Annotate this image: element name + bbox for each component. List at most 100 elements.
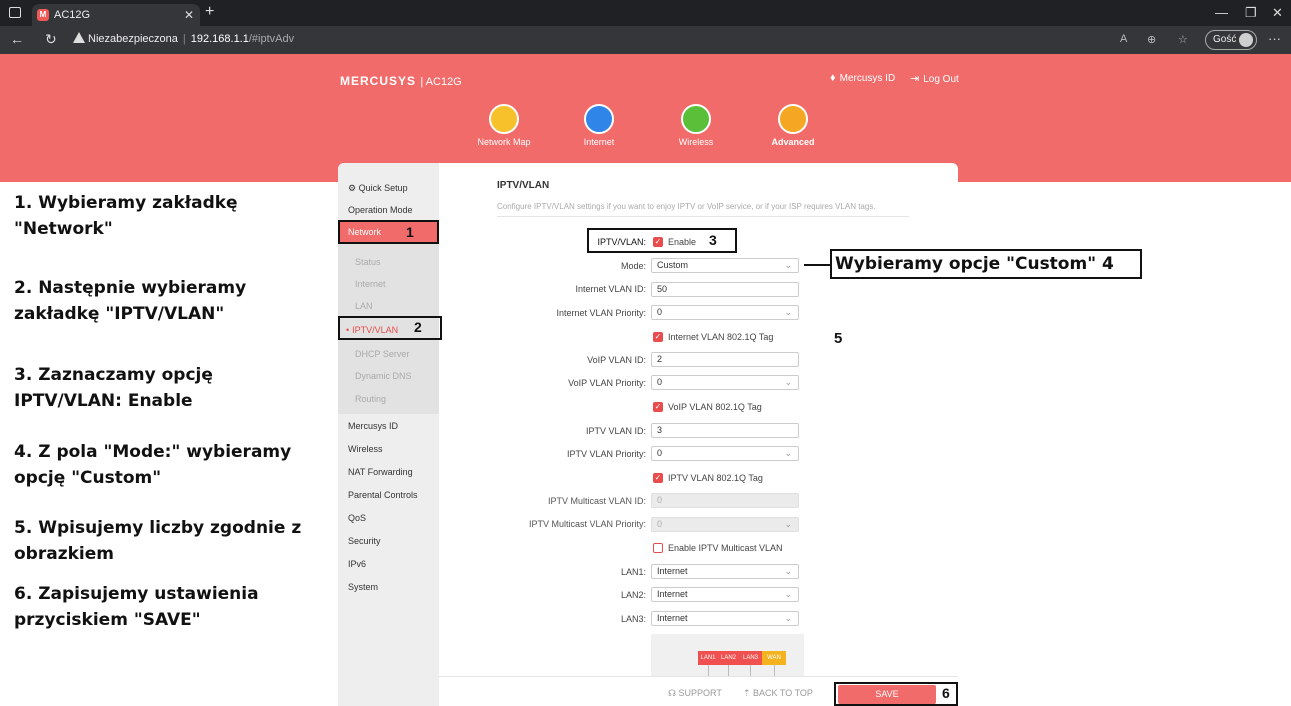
internet-vlan-id-field[interactable]: 50 [651,282,799,297]
more-menu-icon[interactable]: ··· [1268,31,1281,46]
instruction-step-4: 4. Z pola "Mode:" wybieramy opcję "Custo… [14,442,292,488]
annotation-number-3: 3 [709,232,717,248]
annotation-box-save: 6 [834,682,958,706]
iptv-vlan-priority-select[interactable]: 0 ⌄ [651,446,799,461]
sidebar-item-ipv6[interactable]: IPv6 [348,559,366,569]
chevron-down-icon: ⌄ [784,589,792,599]
sidebar-item-operation-mode[interactable]: Operation Mode [348,205,413,215]
sidebar-item-lan[interactable]: LAN [355,301,373,311]
lan2-label: LAN2: [620,590,646,600]
iptv-tag-checkbox[interactable]: ✓ [653,473,663,483]
internet-vlan-id-label: Internet VLAN ID: [575,284,646,294]
url-field[interactable]: Niezabezpieczona | 192.168.1.1/#iptvAdv [88,33,294,45]
nav-wireless[interactable]: Wireless [656,104,736,147]
sidebar-item-dhcp-server[interactable]: DHCP Server [355,349,409,359]
multicast-vlan-priority-select[interactable]: 0 ⌄ [651,517,799,532]
new-tab-icon[interactable]: + [205,3,214,21]
port-wan: WAN [762,651,786,665]
sidebar-item-internet[interactable]: Internet [355,279,386,289]
advanced-icon [778,104,808,134]
chevron-down-icon: ⌄ [784,260,792,270]
arrow-up-icon: ⇡ [743,688,754,698]
quick-setup-icon: ⚙ [348,183,359,193]
sidebar-item-nat-forwarding[interactable]: NAT Forwarding [348,467,413,477]
chevron-down-icon: ⌄ [784,307,792,317]
profile-label: Gość [1213,34,1237,45]
sidebar-item-system[interactable]: System [348,582,378,592]
support-link[interactable]: ☊ SUPPORT [668,688,722,699]
sidebar-item-status[interactable]: Status [355,257,381,267]
mode-select[interactable]: Custom ⌄ [651,258,799,273]
lan3-select[interactable]: Internet ⌄ [651,611,799,626]
favorites-icon[interactable]: ☆ [1178,33,1188,46]
iptv-vlan-id-field[interactable]: 3 [651,423,799,438]
sidebar-item-qos[interactable]: QoS [348,513,366,523]
port-lan2: LAN2 [718,651,739,665]
port-lan3: LAN3 [739,651,762,665]
profile-button[interactable]: Gość [1205,30,1257,50]
security-label: Niezabezpieczona [88,33,178,45]
back-icon[interactable]: ← [10,31,24,47]
sidebar-item-quick-setup[interactable]: ⚙ Quick Setup [348,183,408,194]
sidebar-item-routing[interactable]: Routing [355,394,386,404]
url-host: 192.168.1.1 [190,33,249,45]
lan2-select[interactable]: Internet ⌄ [651,587,799,602]
internet-vlan-priority-select[interactable]: 0 ⌄ [651,305,799,320]
iptv-tag-label: IPTV VLAN 802.1Q Tag [668,473,763,483]
instruction-step-3: 3. Zaznaczamy opcję IPTV/VLAN: Enable [14,365,213,411]
internet-tag-checkbox[interactable]: ✓ [653,332,663,342]
warning-icon [73,32,85,43]
annotation-number-5: 5 [834,330,843,347]
logout-link[interactable]: ⇥ Log Out [910,72,959,85]
multicast-vlan-id-field[interactable]: 0 [651,493,799,508]
internet-tag-label: Internet VLAN 802.1Q Tag [668,332,774,342]
nav-advanced[interactable]: Advanced [753,104,833,147]
address-bar: ← ↻ Niezabezpieczona | 192.168.1.1/#iptvAd… [0,26,1291,54]
voip-tag-checkbox[interactable]: ✓ [653,402,663,412]
model-name: | AC12G [420,76,462,88]
close-window-icon[interactable]: ✕ [1272,5,1283,21]
minimize-icon[interactable]: — [1215,5,1228,20]
mode-label: Mode: [620,261,646,271]
tab-actions-icon[interactable] [9,7,21,18]
chevron-down-icon: ⌄ [784,566,792,576]
sidebar-item-mercusys-id[interactable]: Mercusys ID [348,421,398,431]
chevron-down-icon: ⌄ [784,519,792,529]
close-tab-icon[interactable]: ✕ [184,4,194,26]
reload-icon[interactable]: ↻ [45,31,57,48]
instruction-step-5: 5. Wpisujemy liczby zgodnie z obrazkiem [14,518,302,564]
brand-name: MERCUSYS [340,74,417,88]
zoom-icon[interactable]: ⊕ [1147,33,1156,46]
sidebar-item-wireless[interactable]: Wireless [348,444,383,454]
browser-tab[interactable]: M AC12G ✕ [32,4,200,26]
voip-vlan-priority-label: VoIP VLAN Priority: [568,378,646,388]
annotation-box-iptv: 2 [338,316,442,340]
restore-icon[interactable]: ❐ [1245,5,1257,21]
voip-vlan-id-field[interactable]: 2 [651,352,799,367]
read-aloud-icon[interactable]: A [1120,33,1127,45]
instruction-step-6: 6. Zapisujemy ustawienia przyciskiem "SA… [14,584,259,630]
network-map-icon [489,104,519,134]
page-description: Configure IPTV/VLAN settings if you want… [497,202,876,211]
voip-vlan-priority-select[interactable]: 0 ⌄ [651,375,799,390]
annotation-number-2: 2 [414,319,422,335]
chevron-down-icon: ⌄ [784,613,792,623]
sidebar-item-parental-controls[interactable]: Parental Controls [348,490,418,500]
mercusys-id-link[interactable]: ♦ Mercusys ID [830,72,895,84]
enable-multicast-label: Enable IPTV Multicast VLAN [668,543,783,553]
lan1-select[interactable]: Internet ⌄ [651,564,799,579]
logout-icon: ⇥ [910,73,920,85]
nav-internet[interactable]: Internet [559,104,639,147]
sidebar-item-dynamic-dns[interactable]: Dynamic DNS [355,371,412,381]
mercusys-favicon-icon: M [37,9,49,21]
back-to-top-link[interactable]: ⇡ BACK TO TOP [743,688,813,699]
callout-line [804,264,830,266]
sidebar-item-security[interactable]: Security [348,536,381,546]
nav-network-map[interactable]: Network Map [464,104,544,147]
sidebar-item-network[interactable]: Network 1 [338,220,439,244]
browser-tab-bar: M AC12G ✕ + — ❐ ✕ [0,0,1291,26]
enable-multicast-checkbox[interactable] [653,543,663,553]
custom-callout: Wybieramy opcje "Custom" 4 [830,249,1142,279]
annotation-number-6: 6 [942,685,950,701]
annotation-box-enable: 3 [587,228,737,253]
